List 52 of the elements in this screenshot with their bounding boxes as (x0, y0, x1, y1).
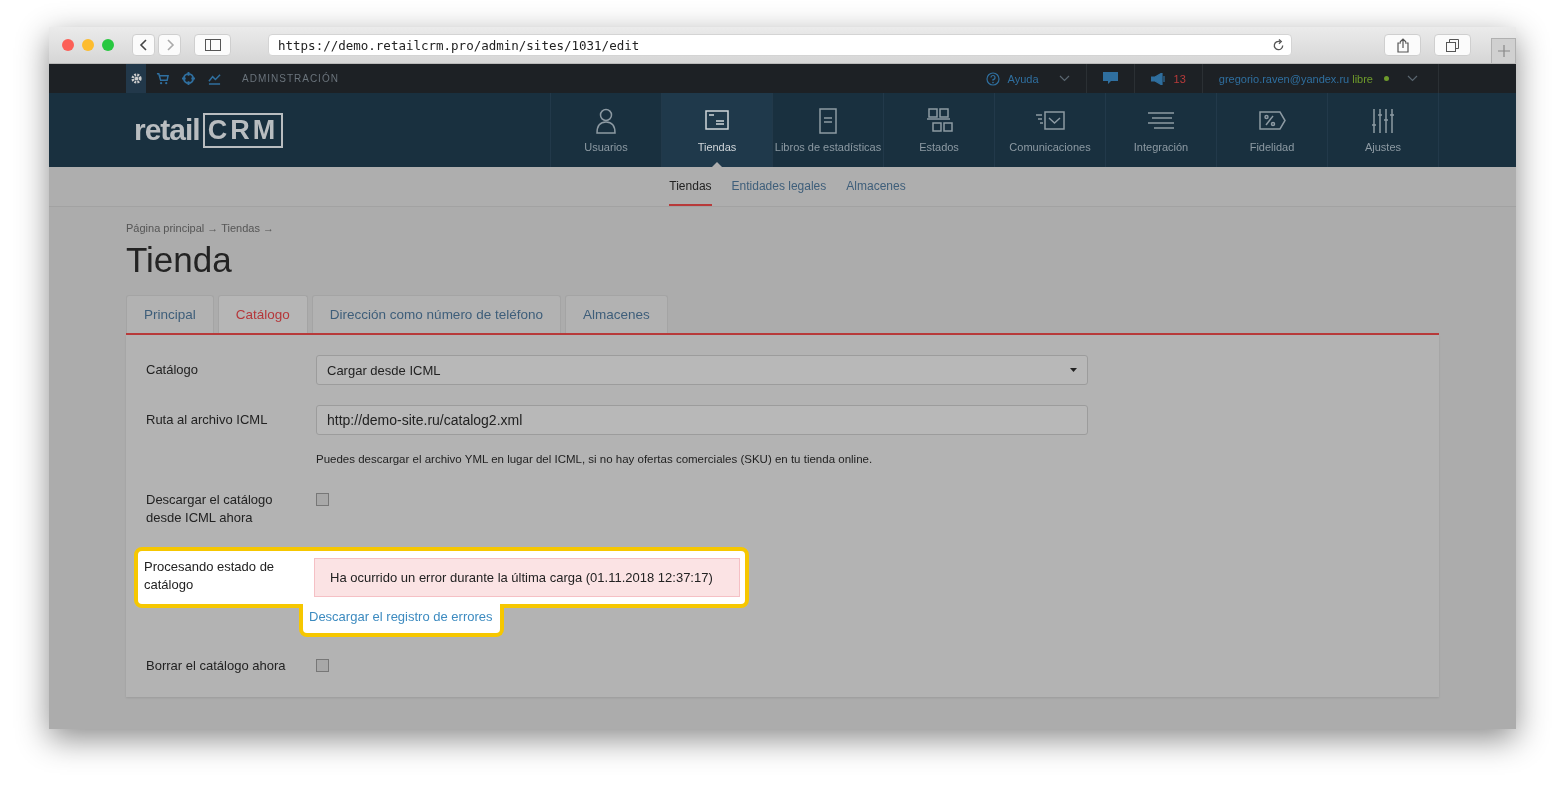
back-button[interactable] (132, 34, 155, 56)
hint-text: Puedes descargar el archivo YML en lugar del ICML, si no hay ofertas comerciales (SKU) en tu tienda online. (316, 453, 873, 465)
user-email[interactable]: gregorio.raven@yandex.ru (1218, 72, 1350, 85)
caret-icon (1070, 368, 1077, 372)
tabs-button[interactable] (1434, 34, 1471, 56)
share-icon (1396, 37, 1409, 53)
chevron-right-icon (164, 38, 175, 52)
help-icon[interactable] (985, 71, 1000, 86)
tab[interactable]: Dirección como número de teléfono (311, 295, 561, 333)
reload-icon[interactable] (1272, 38, 1285, 52)
catalog-select[interactable]: Cargar desde ICML (316, 355, 1088, 385)
field-label: Catálogo (146, 361, 200, 379)
subnav-link[interactable]: Entidades legales (731, 167, 827, 206)
notification-count[interactable]: 13 (1173, 72, 1186, 85)
sidebar-icon (204, 39, 221, 51)
chevron-down-icon[interactable] (1407, 75, 1418, 82)
user-status: libre (1352, 72, 1373, 85)
field-label: Procesando estado de catálogo (144, 558, 276, 594)
input-field[interactable]: http://demo-site.ru/catalog2.xml (316, 405, 1088, 435)
status-dot (1384, 76, 1389, 81)
sidebar-button[interactable] (194, 34, 231, 56)
forward-button[interactable] (158, 34, 181, 56)
close-icon[interactable] (62, 39, 74, 51)
tab[interactable]: Almacenes (564, 295, 668, 333)
section-label: ADMINSTRACIÓN (242, 73, 339, 84)
nav-item[interactable]: Tiendas (661, 93, 772, 167)
logo[interactable]: retail CRM (126, 93, 284, 167)
help-link[interactable]: Ayuda (1007, 72, 1039, 85)
tab[interactable]: Catálogo (217, 295, 308, 333)
field-label: Descargar el catálogo desde ICML ahora (146, 491, 274, 527)
subnav-link[interactable]: Almacenes (846, 167, 906, 206)
breadcrumbs[interactable]: Página principal → Tiendas → (126, 222, 1439, 234)
page-title: Tienda (126, 240, 233, 280)
checkbox[interactable] (316, 493, 329, 506)
chat-icon[interactable] (1102, 72, 1118, 85)
settings-icon[interactable] (126, 64, 146, 93)
tab[interactable]: Principal (126, 295, 214, 333)
chevron-left-icon (138, 38, 149, 52)
plus-icon (1497, 45, 1510, 57)
checkbox[interactable] (316, 659, 329, 672)
error-alert: Ha ocurrido un error durante la última carga (01.11.2018 12:37:17) (314, 558, 740, 597)
new-tab-button[interactable] (1491, 38, 1516, 63)
tabs-icon (1446, 38, 1459, 52)
share-button[interactable] (1384, 34, 1421, 56)
grid-icon (924, 107, 954, 135)
error-log-link[interactable]: Descargar el registro de errores (309, 609, 493, 624)
chevron-down-icon[interactable] (1058, 75, 1070, 82)
zoom-icon[interactable] (102, 39, 114, 51)
field-label: Ruta al archivo ICML (146, 411, 269, 429)
megaphone-icon[interactable] (1150, 72, 1166, 85)
field-label: Borrar el catálogo ahora (146, 657, 287, 675)
address-field[interactable]: https://demo.retailcrm.pro/admin/sites/1031/edit (268, 34, 1292, 56)
